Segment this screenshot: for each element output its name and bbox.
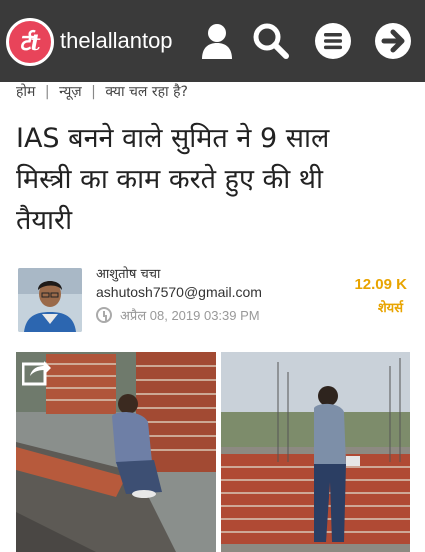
logo-text: र्टt (19, 30, 41, 56)
clock-icon (96, 307, 112, 323)
breadcrumb: होम | न्यूज़ | क्या चल रहा है? (16, 82, 188, 101)
breadcrumb-separator: | (44, 83, 50, 100)
site-name[interactable]: thelallantop (60, 28, 173, 54)
breadcrumb-home[interactable]: होम (16, 84, 35, 100)
share-count: 12.09 K (354, 276, 407, 293)
author-avatar[interactable] (18, 268, 82, 332)
article-photo[interactable] (16, 352, 410, 552)
arrow-right-icon[interactable] (372, 20, 414, 62)
publish-date-text: अप्रैल 08, 2019 03:39 PM (120, 308, 260, 323)
site-logo[interactable]: र्टt (6, 18, 54, 66)
user-icon[interactable] (196, 20, 238, 62)
breadcrumb-current[interactable]: क्या चल रहा है? (105, 84, 188, 100)
author-email[interactable]: ashutosh7570@gmail.com (96, 284, 262, 300)
site-header: र्टt thelallantop (0, 0, 425, 82)
author-name[interactable]: आशुतोष चचा (96, 264, 160, 282)
headline-line: IAS बनने वाले सुमित ने 9 साल (16, 123, 330, 154)
share-icon[interactable] (21, 358, 52, 386)
headline-line: तैयारी (16, 205, 73, 236)
article-headline: IAS बनने वाले सुमित ने 9 साल मिस्त्री का… (16, 118, 416, 241)
menu-icon[interactable] (312, 20, 354, 62)
share-label: शेयर्स (377, 301, 403, 316)
headline-line: मिस्त्री का काम करते हुए की थी (16, 164, 324, 195)
breadcrumb-news[interactable]: न्यूज़ (59, 84, 82, 100)
publish-date: अप्रैल 08, 2019 03:39 PM (96, 306, 260, 324)
breadcrumb-separator: | (91, 83, 96, 100)
search-icon[interactable] (250, 20, 292, 62)
